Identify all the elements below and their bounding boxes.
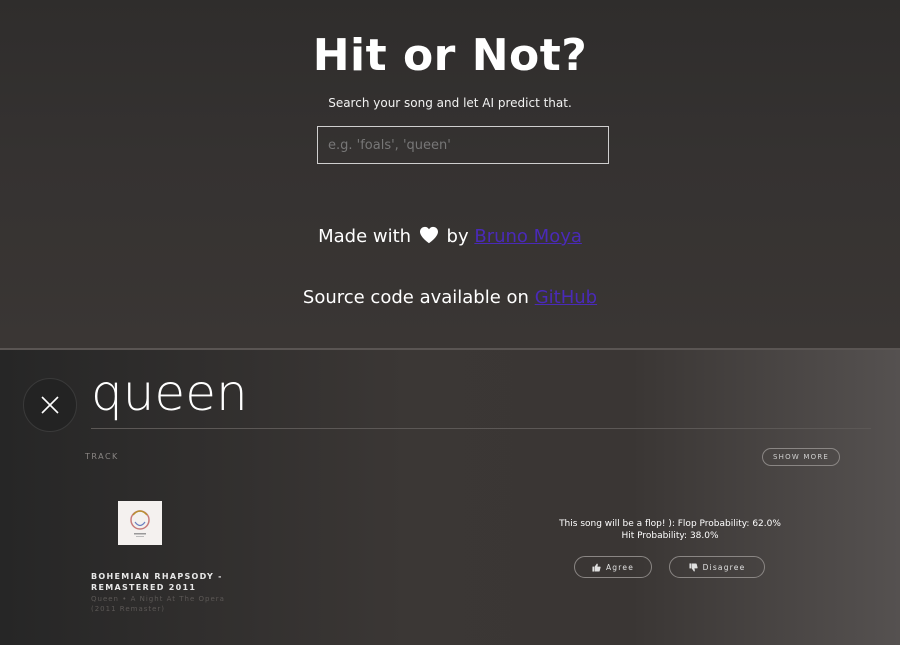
source-code-credit: Source code available on GitHub xyxy=(0,287,900,308)
close-search-button[interactable] xyxy=(23,378,77,432)
search-panel: Hit or Not? Search your song and let AI … xyxy=(0,0,900,348)
made-with-text: Made with xyxy=(318,226,412,247)
thumbs-up-icon xyxy=(592,562,601,572)
disagree-button[interactable]: Disagree xyxy=(669,556,765,578)
prediction-flop-text: This song will be a flop! ): Flop Probab… xyxy=(559,519,781,529)
github-link[interactable]: GitHub xyxy=(535,287,597,308)
prediction-result: This song will be a flop! ): Flop Probab… xyxy=(520,518,820,542)
search-query-text[interactable]: queen xyxy=(91,364,248,422)
album-cover-image[interactable] xyxy=(118,501,162,545)
page-title: Hit or Not? xyxy=(312,30,588,81)
author-link[interactable]: Bruno Moya xyxy=(474,226,582,247)
agree-label: Agree xyxy=(605,562,635,572)
show-more-button[interactable]: SHOW MORE xyxy=(762,448,840,466)
close-icon xyxy=(41,396,59,414)
agree-button[interactable]: Agree xyxy=(574,556,652,578)
query-underline xyxy=(91,428,871,429)
made-with-credit: Made with by Bruno Moya xyxy=(0,226,900,249)
section-label-track: TRACK xyxy=(85,452,119,461)
source-text: Source code available on xyxy=(302,287,529,308)
made-with-by-text: by xyxy=(446,226,469,247)
disagree-label: Disagree xyxy=(702,562,746,572)
prediction-hit-text: Hit Probability: 38.0% xyxy=(621,531,719,541)
track-title[interactable]: BOHEMIAN RHAPSODY - REMASTERED 2011 xyxy=(91,571,241,593)
page-subtitle: Search your song and let AI predict that… xyxy=(328,96,572,110)
heart-icon xyxy=(419,226,439,249)
thumbs-down-icon xyxy=(689,562,698,572)
track-artist-album: Queen • A Night At The Opera (2011 Remas… xyxy=(91,595,225,613)
search-input[interactable] xyxy=(317,126,609,164)
